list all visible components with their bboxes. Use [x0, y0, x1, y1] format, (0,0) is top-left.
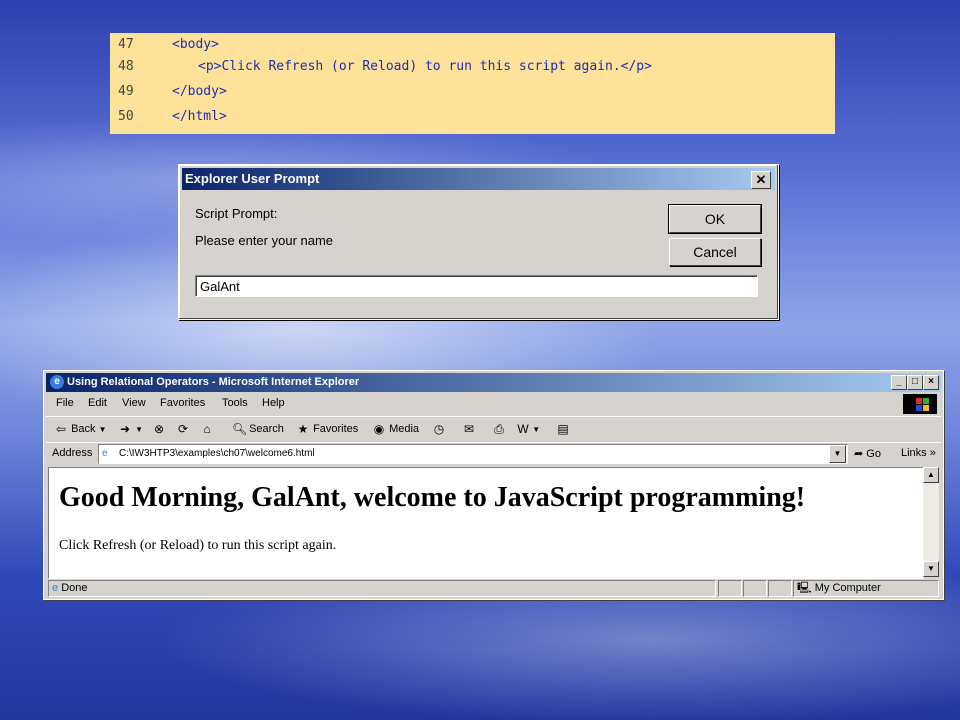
script-prompt-label: Script Prompt: — [195, 206, 278, 221]
minimize-icon[interactable]: _ — [891, 375, 907, 390]
dialog-title: Explorer User Prompt — [185, 171, 320, 186]
history-button[interactable]: ◷ — [432, 422, 446, 436]
standard-toolbar: ⇦ Back ▼ ➜ ▼ ⊗ ⟳ ⌂ 🔍︎ Search ★ Favorites… — [46, 416, 941, 441]
menu-edit[interactable]: Edit — [88, 397, 107, 409]
code-line: 48 <p>Click Refresh (or Reload) to run t… — [110, 55, 835, 79]
line-number: 48 — [118, 59, 134, 74]
vertical-scrollbar[interactable]: ▲ ▼ — [923, 467, 939, 577]
back-button[interactable]: ⇦ Back ▼ — [54, 422, 107, 436]
search-label: Search — [249, 422, 284, 435]
edit-button[interactable]: W ▼ — [516, 422, 540, 436]
close-icon[interactable]: ✕ — [751, 171, 771, 189]
menu-file[interactable]: File — [56, 397, 74, 409]
status-bar: e Done 🖳 My Computer — [46, 579, 941, 597]
address-url: C:\IW3HTP3\examples\ch07\welcome6.html — [119, 448, 315, 459]
address-label: Address — [52, 447, 93, 459]
page-icon: e — [102, 448, 108, 459]
history-icon: ◷ — [433, 422, 445, 436]
mail-button[interactable]: ✉ — [462, 422, 476, 436]
links-button[interactable]: Links » — [901, 447, 936, 459]
refresh-button[interactable]: ⟳ — [176, 422, 190, 436]
menu-favorites[interactable]: Favorites — [160, 397, 205, 409]
back-arrow-icon: ⇦ — [55, 422, 67, 436]
browser-title: Using Relational Operators - Microsoft I… — [67, 376, 360, 388]
home-icon: ⌂ — [203, 422, 211, 436]
go-button[interactable]: ➦ Go — [854, 447, 881, 460]
zone-text: My Computer — [814, 582, 881, 594]
favorites-button[interactable]: ★ Favorites — [296, 422, 359, 436]
go-label: Go — [866, 448, 881, 460]
status-text: Done — [61, 582, 88, 594]
print-button[interactable]: ⎙ — [492, 422, 506, 436]
done-page-icon: e — [52, 582, 59, 594]
line-number: 49 — [118, 84, 134, 99]
forward-button[interactable]: ➜ ▼ — [118, 422, 143, 436]
ie-browser-window: e Using Relational Operators - Microsoft… — [43, 370, 944, 600]
mail-icon: ✉ — [463, 422, 475, 436]
media-button[interactable]: ◉ Media — [372, 422, 419, 436]
code-listing-panel: 47 <body> 48 <p>Click Refresh (or Reload… — [110, 33, 835, 134]
page-icon: ▤ — [557, 422, 569, 436]
code-text: <body> — [172, 37, 219, 52]
favorites-star-icon: ★ — [297, 422, 309, 436]
windows-logo-icon — [903, 394, 937, 414]
address-bar: Address e C:\IW3HTP3\examples\ch07\welco… — [46, 442, 941, 465]
code-text: </body> — [172, 84, 227, 99]
ok-button[interactable]: OK — [668, 204, 762, 234]
code-text: </html> — [172, 109, 227, 124]
back-label: Back — [71, 422, 96, 435]
line-number: 47 — [118, 37, 134, 52]
zone-pane: 🖳 My Computer — [793, 580, 939, 597]
print-icon: ⎙ — [494, 422, 504, 436]
status-pane-blank — [768, 580, 792, 597]
go-arrow-icon: ➦ — [854, 448, 864, 460]
stop-button[interactable]: ⊗ — [152, 422, 166, 436]
code-line: 49 </body> — [110, 80, 835, 104]
code-line: 47 <body> — [110, 33, 835, 57]
page-paragraph: Click Refresh (or Reload) to run this sc… — [59, 538, 337, 553]
chevron-down-icon[interactable]: ▼ — [99, 425, 107, 434]
search-icon: 🔍︎ — [232, 422, 248, 436]
forward-arrow-icon: ➜ — [119, 422, 131, 436]
cancel-button[interactable]: Cancel — [669, 238, 761, 266]
home-button[interactable]: ⌂ — [200, 422, 214, 436]
status-pane-blank — [718, 580, 742, 597]
menu-bar: File Edit View Favorites Tools Help — [46, 393, 941, 414]
menu-view[interactable]: View — [122, 397, 146, 409]
search-button[interactable]: 🔍︎ Search — [232, 422, 284, 436]
name-input[interactable]: GalAnt — [195, 275, 758, 297]
code-line: 50 </html> — [110, 105, 835, 129]
chevron-down-icon[interactable]: ▼ — [530, 425, 540, 434]
prompt-message: Please enter your name — [195, 233, 334, 248]
chevron-right-icon: » — [929, 447, 936, 459]
address-dropdown-icon[interactable]: ▼ — [829, 445, 846, 463]
word-icon: W — [517, 422, 529, 436]
browser-title-bar[interactable]: e Using Relational Operators - Microsoft… — [46, 373, 941, 392]
menu-help[interactable]: Help — [262, 397, 285, 409]
maximize-icon[interactable]: □ — [907, 375, 923, 390]
stop-icon: ⊗ — [153, 422, 165, 436]
address-input[interactable]: e C:\IW3HTP3\examples\ch07\welcome6.html — [98, 444, 848, 464]
ie-logo-icon: e — [50, 375, 64, 389]
explorer-user-prompt-dialog: Explorer User Prompt ✕ Script Prompt: Pl… — [178, 164, 779, 320]
media-label: Media — [389, 422, 420, 435]
scroll-down-icon[interactable]: ▼ — [923, 561, 939, 577]
line-number: 50 — [118, 109, 134, 124]
code-text: <p>Click Refresh (or Reload) to run this… — [198, 59, 652, 74]
status-pane: e Done — [48, 580, 716, 597]
page-content: Good Morning, GalAnt, welcome to JavaScr… — [48, 467, 924, 579]
chevron-down-icon[interactable]: ▼ — [135, 425, 143, 434]
menu-tools[interactable]: Tools — [222, 397, 248, 409]
status-pane-blank — [743, 580, 767, 597]
links-label: Links — [901, 447, 927, 459]
dialog-title-bar[interactable]: Explorer User Prompt ✕ — [182, 168, 775, 190]
scroll-up-icon[interactable]: ▲ — [923, 467, 939, 483]
favorites-label: Favorites — [313, 422, 359, 435]
refresh-icon: ⟳ — [177, 422, 189, 436]
page-heading: Good Morning, GalAnt, welcome to JavaScr… — [59, 482, 806, 513]
discuss-button[interactable]: ▤ — [556, 422, 570, 436]
media-icon: ◉ — [373, 422, 385, 436]
computer-icon: 🖳 — [797, 582, 812, 594]
close-icon[interactable]: × — [923, 375, 939, 390]
